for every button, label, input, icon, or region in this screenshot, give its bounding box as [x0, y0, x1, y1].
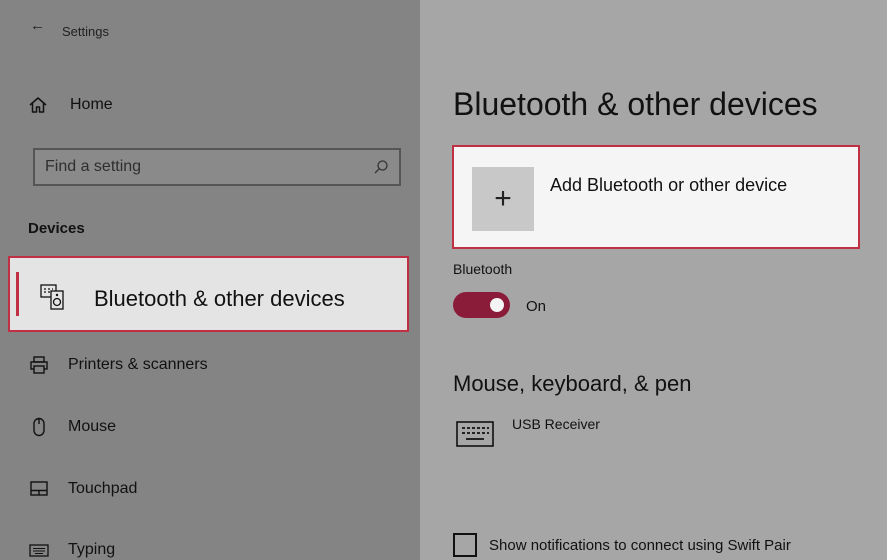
- bluetooth-devices-icon: [40, 284, 66, 315]
- keyboard-icon: [28, 542, 50, 558]
- sidebar-item-label: Bluetooth & other devices: [94, 286, 345, 311]
- page-title: Bluetooth & other devices: [453, 86, 818, 122]
- back-button[interactable]: ←: [30, 18, 45, 33]
- plus-icon: +: [472, 167, 534, 231]
- keyboard-icon: [456, 421, 494, 452]
- sidebar-item-mouse[interactable]: Mouse: [28, 414, 408, 440]
- swift-pair-option[interactable]: Show notifications to connect using Swif…: [453, 533, 791, 557]
- sidebar-item-label: Typing: [68, 541, 116, 558]
- add-device-label: Add Bluetooth or other device: [550, 175, 788, 195]
- sidebar-item-printers[interactable]: Printers & scanners: [28, 352, 408, 378]
- search-input[interactable]: [45, 156, 345, 178]
- sidebar: ← Settings Home Devices Bluetooth & othe…: [0, 0, 420, 560]
- sidebar-item-label: Printers & scanners: [68, 356, 208, 373]
- search-box[interactable]: [33, 148, 401, 186]
- sidebar-item-touchpad[interactable]: Touchpad: [28, 476, 408, 502]
- bluetooth-label: Bluetooth: [453, 261, 513, 277]
- mouse-icon: [28, 417, 50, 437]
- search-icon[interactable]: [373, 159, 389, 180]
- main-panel: [420, 0, 887, 560]
- bluetooth-toggle[interactable]: [453, 292, 510, 318]
- bluetooth-state: On: [526, 298, 547, 315]
- swift-pair-checkbox[interactable]: [453, 533, 477, 557]
- sidebar-item-typing[interactable]: Typing: [28, 537, 408, 560]
- app-title: Settings: [62, 24, 109, 39]
- device-name[interactable]: USB Receiver: [512, 416, 600, 432]
- sidebar-item-label: Home: [70, 96, 113, 113]
- printer-icon: [28, 355, 50, 375]
- sidebar-item-home[interactable]: Home: [28, 90, 408, 120]
- selection-indicator: [16, 272, 19, 316]
- home-icon: [28, 95, 52, 115]
- touchpad-icon: [28, 479, 50, 499]
- add-device-button[interactable]: + Add Bluetooth or other device: [452, 145, 860, 249]
- title-bar: ← Settings: [0, 0, 420, 39]
- sidebar-item-bluetooth[interactable]: Bluetooth & other devices: [8, 256, 409, 332]
- section-heading: Devices: [28, 220, 85, 237]
- section-title: Mouse, keyboard, & pen: [453, 371, 692, 396]
- sidebar-item-label: Mouse: [68, 418, 117, 435]
- sidebar-item-label: Touchpad: [68, 480, 138, 497]
- toggle-knob: [490, 298, 504, 312]
- swift-pair-label: Show notifications to connect using Swif…: [489, 536, 791, 554]
